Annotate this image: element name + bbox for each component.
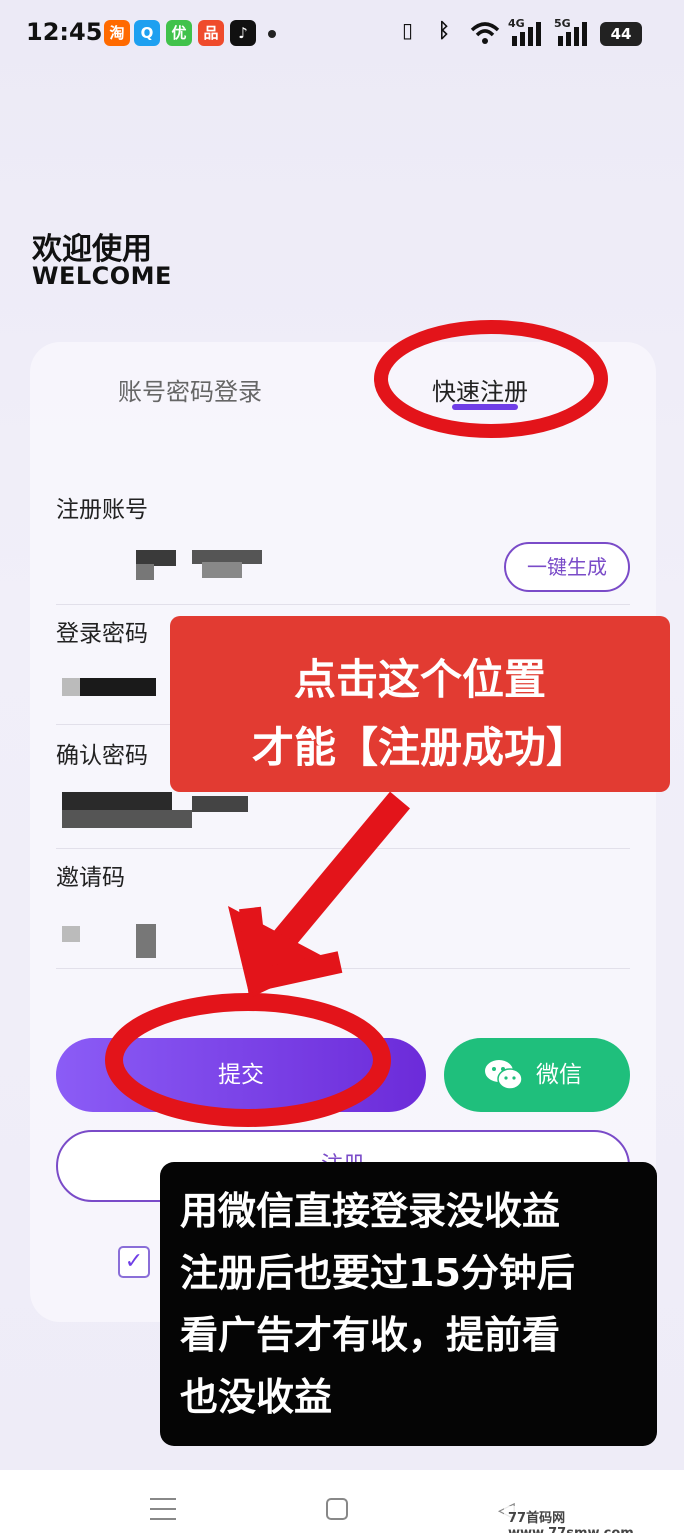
signal-5g-icon (558, 22, 587, 46)
taobao-icon: 淘 (104, 20, 130, 46)
wifi-icon (470, 22, 500, 44)
instruction-banner: 点击这个位置 才能【注册成功】 (170, 616, 670, 792)
password-label: 登录密码 (56, 621, 148, 647)
invite-code-label: 邀请码 (56, 865, 125, 891)
tab-active-indicator (452, 404, 518, 410)
note-box: 用微信直接登录没收益 注册后也要过15分钟后 看广告才有收，提前看 也没收益 (160, 1162, 657, 1446)
shopping-icon: 优 (166, 20, 192, 46)
account-label: 注册账号 (56, 497, 148, 523)
home-icon[interactable] (326, 1498, 348, 1520)
status-bar: 12:45 淘 Q 优 品 ♪ ▯ ᛒ 4G 5G 44 (0, 0, 684, 68)
battery-icon: 44 (600, 22, 642, 46)
wechat-label: 微信 (536, 1062, 582, 1088)
note-line-3: 看广告才有收，提前看 (180, 1313, 561, 1357)
generate-account-button[interactable]: 一键生成 (504, 542, 630, 592)
confirm-password-input[interactable] (62, 792, 252, 828)
confirm-password-label: 确认密码 (56, 743, 148, 769)
vibrate-icon: ▯ (402, 18, 414, 42)
recent-apps-icon[interactable] (150, 1498, 176, 1520)
note-line-1: 用微信直接登录没收益 (180, 1189, 561, 1233)
note-line-2: 注册后也要过15分钟后 (180, 1251, 575, 1295)
tiktok-icon: ♪ (230, 20, 256, 46)
password-input[interactable] (62, 678, 162, 706)
instruction-line-1: 点击这个位置 (293, 655, 546, 704)
invite-code-input[interactable] (62, 922, 162, 958)
watermark: 77首码网 www.77smw.com (504, 1506, 684, 1533)
note-line-4: 也没收益 (180, 1375, 333, 1419)
tab-quick-register[interactable]: 快速注册 (432, 372, 528, 407)
account-input[interactable] (62, 548, 282, 580)
pinduoduo-icon: 品 (198, 20, 224, 46)
wechat-icon (485, 1060, 523, 1090)
divider (56, 848, 630, 849)
status-time: 12:45 (26, 18, 103, 46)
page-subtitle: WELCOME (32, 262, 172, 290)
notification-dot-icon (268, 30, 276, 38)
bluetooth-icon: ᛒ (438, 18, 450, 42)
divider (56, 604, 630, 605)
instruction-line-2: 才能【注册成功】 (251, 723, 588, 772)
submit-button[interactable]: 提交 (56, 1038, 426, 1112)
tab-account-login[interactable]: 账号密码登录 (118, 372, 262, 407)
signal-4g-icon (512, 22, 541, 46)
divider (56, 968, 630, 969)
wechat-login-button[interactable]: 微信 (444, 1038, 630, 1112)
agreement-checkbox[interactable]: ✓ (118, 1246, 150, 1278)
qq-icon: Q (134, 20, 160, 46)
